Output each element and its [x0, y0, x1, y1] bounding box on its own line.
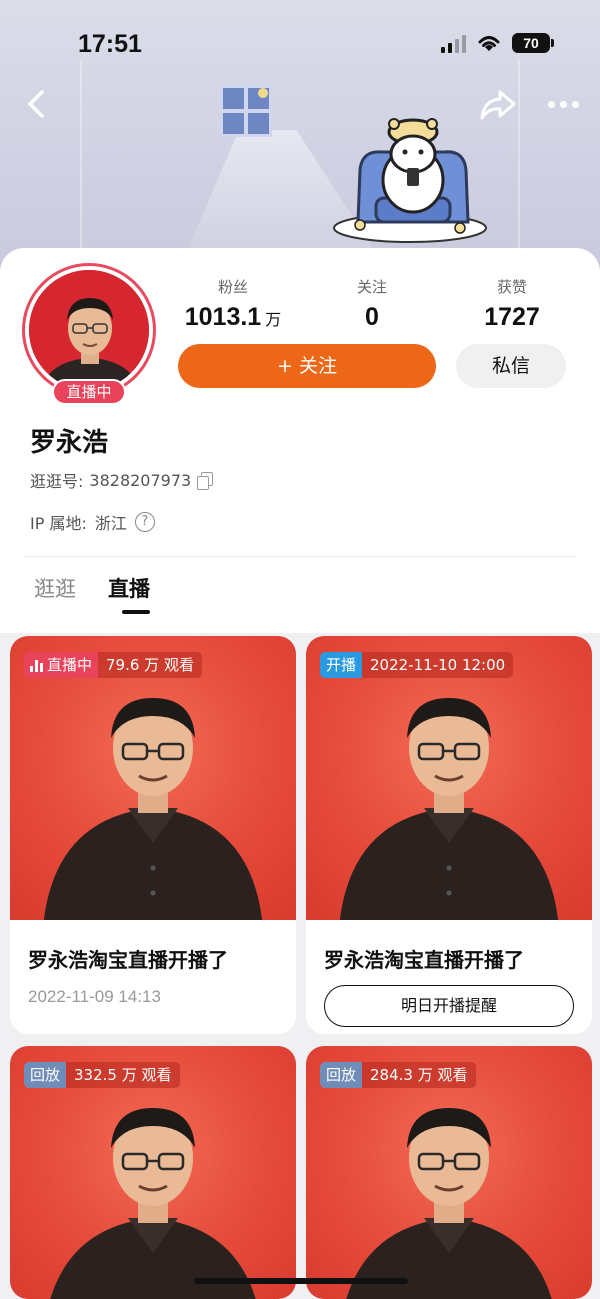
live-bars-icon	[30, 658, 43, 672]
stat-likes-label: 获赞	[496, 278, 527, 296]
tab-guangguang[interactable]: 逛逛	[34, 573, 76, 603]
card-title: 罗永浩淘宝直播开播了	[324, 948, 524, 972]
replay-card[interactable]: 回放 284.3 万 观看	[306, 1046, 592, 1299]
back-icon[interactable]	[22, 86, 52, 122]
card-badge: 回放 332.5 万 观看	[24, 1062, 180, 1088]
badge-tag-live: 直播中	[24, 652, 99, 678]
host-photo	[50, 1108, 256, 1299]
signal-icon	[441, 33, 466, 53]
host-photo	[339, 698, 559, 920]
card-thumbnail: 回放 332.5 万 观看	[10, 1046, 296, 1299]
ip-label: IP 属地:	[30, 514, 87, 533]
follow-button[interactable]: + 关注	[178, 344, 436, 388]
stat-fans-value: 1013.1	[184, 303, 262, 331]
live-card-current[interactable]: 直播中 79.6 万 观看 罗永浩淘宝直播开播了 2022-11-09 14:1…	[10, 636, 296, 1034]
status-time: 17:51	[78, 30, 142, 58]
divider	[24, 556, 576, 557]
copy-icon[interactable]	[197, 472, 214, 490]
profile-ip-row: IP 属地: 浙江 ?	[30, 510, 155, 534]
host-photo	[43, 698, 263, 920]
tab-active-indicator	[122, 610, 150, 614]
avatar-photo	[29, 270, 149, 390]
home-indicator[interactable]	[194, 1278, 408, 1284]
stat-fans-value-row: 1013.1 万	[168, 303, 298, 332]
card-thumbnail: 直播中 79.6 万 观看	[10, 636, 296, 920]
card-thumbnail: 回放 284.3 万 观看	[306, 1046, 592, 1299]
card-title: 罗永浩淘宝直播开播了	[28, 948, 228, 972]
card-date: 2022-11-09 14:13	[28, 987, 161, 1006]
avatar[interactable]	[22, 263, 156, 397]
card-thumbnail: 开播 2022-11-10 12:00	[306, 636, 592, 920]
uid-value: 3828207973	[89, 470, 192, 490]
wifi-icon	[478, 36, 500, 51]
share-icon[interactable]	[478, 86, 518, 122]
host-photo	[346, 1108, 552, 1299]
badge-tag-label: 直播中	[47, 656, 93, 674]
message-button[interactable]: 私信	[456, 344, 566, 388]
badge-viewers: 284.3 万 观看	[362, 1062, 476, 1088]
stat-likes[interactable]: 获赞 1727	[447, 276, 577, 332]
badge-tag-replay: 回放	[24, 1062, 67, 1088]
badge-schedule: 2022-11-10 12:00	[362, 652, 514, 678]
badge-tag-open: 开播	[320, 652, 363, 678]
more-icon[interactable]	[548, 94, 584, 114]
live-status-badge: 直播中	[52, 379, 126, 405]
status-icons: 70	[441, 33, 554, 53]
badge-viewers: 332.5 万 观看	[66, 1062, 180, 1088]
stat-fans[interactable]: 粉丝 1013.1 万	[168, 276, 298, 332]
remind-button[interactable]: 明日开播提醒	[324, 985, 574, 1027]
stat-following-label: 关注	[356, 278, 387, 296]
mascot-illustration	[333, 118, 487, 243]
stat-following-value: 0	[365, 303, 379, 331]
replay-card[interactable]: 回放 332.5 万 观看	[10, 1046, 296, 1299]
stat-fans-unit: 万	[265, 310, 282, 329]
badge-tag-replay: 回放	[320, 1062, 363, 1088]
profile-uid-row: 逛逛号: 3828207973	[30, 468, 214, 492]
moon-illustration	[258, 88, 268, 98]
card-badge: 直播中 79.6 万 观看	[24, 652, 202, 678]
tab-live[interactable]: 直播	[108, 573, 150, 603]
avatar-person	[29, 270, 149, 390]
card-badge: 回放 284.3 万 观看	[320, 1062, 476, 1088]
stat-likes-value: 1727	[484, 303, 540, 331]
badge-viewers: 79.6 万 观看	[98, 652, 202, 678]
ip-location: 浙江	[94, 514, 127, 533]
uid-label: 逛逛号:	[30, 472, 84, 491]
live-card-upcoming[interactable]: 开播 2022-11-10 12:00 罗永浩淘宝直播开播了 明日开播提醒	[306, 636, 592, 1034]
card-badge: 开播 2022-11-10 12:00	[320, 652, 514, 678]
stat-following[interactable]: 关注 0	[307, 276, 437, 332]
battery-icon: 70	[512, 33, 554, 53]
profile-name: 罗永浩	[30, 428, 109, 458]
help-icon[interactable]: ?	[134, 512, 155, 532]
profile-card: 直播中 粉丝 1013.1 万 关注 0 获赞 1727 + 关注 私信 罗永浩 …	[0, 248, 600, 633]
stat-fans-label: 粉丝	[217, 278, 248, 296]
